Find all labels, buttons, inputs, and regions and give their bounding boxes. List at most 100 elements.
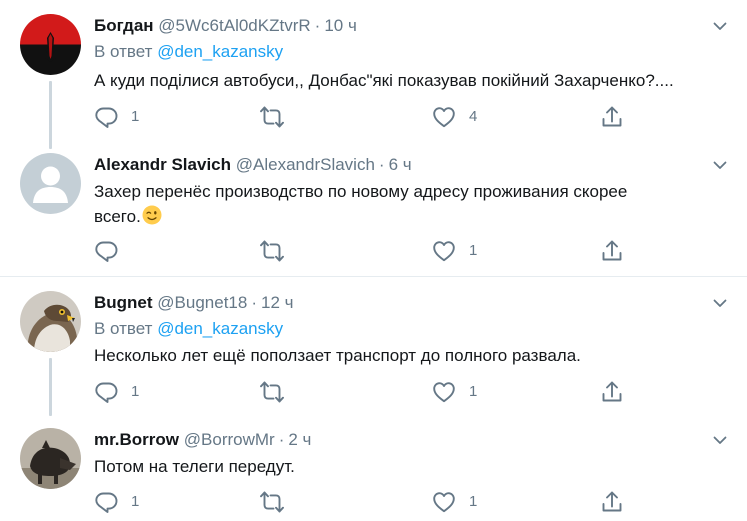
separator: · [251,293,257,312]
separator: · [278,430,285,449]
more-options-button[interactable] [712,295,728,311]
reply-icon [95,107,118,128]
reply-icon [95,382,118,403]
share-icon [602,240,622,261]
thread-line [49,81,52,149]
like-button[interactable]: 4 [432,105,477,129]
timestamp[interactable]: 10 ч [324,16,357,35]
reply-context: В ответ @den_kazansky [94,41,283,63]
reply-icon [95,492,118,513]
default-profile-icon [20,153,81,214]
tweet-actions: 1 [94,239,734,263]
username[interactable]: @AlexandrSlavich [236,155,375,174]
avatar[interactable] [20,291,81,352]
timestamp[interactable]: 6 ч [389,155,412,174]
avatar-image [20,291,81,352]
reply-button[interactable]: 1 [94,490,139,514]
avatar-image [20,14,81,75]
username[interactable]: @Bugnet18 [157,293,247,312]
tweet-divider [0,276,747,277]
display-name[interactable]: Bugnet [94,293,153,312]
username[interactable]: @BorrowMr [184,430,275,449]
avatar[interactable] [20,153,81,214]
reply-count: 1 [131,493,140,510]
heart-icon [433,492,455,513]
tweet-header: Bugnet @Bugnet18 · 12 ч [94,291,294,315]
retweet-button[interactable] [260,105,297,129]
retweet-button[interactable] [260,380,297,404]
reply-button[interactable]: 1 [94,105,139,129]
share-button[interactable] [600,105,624,129]
tweet-text: Несколько лет ещё поползает транспорт до… [94,346,581,365]
tweet-actions: 1 4 [94,105,734,129]
display-name[interactable]: Богдан [94,16,154,35]
username[interactable]: @5Wc6tAl0dKZtvrR [158,16,310,35]
retweet-icon [260,381,284,403]
tweet-header: mr.Borrow @BorrowMr · 2 ч [94,428,311,452]
display-name[interactable]: mr.Borrow [94,430,179,449]
share-icon [602,491,622,512]
timestamp[interactable]: 2 ч [288,430,311,449]
reply-button[interactable]: 1 [94,380,139,404]
chevron-down-icon [713,299,727,307]
retweet-button[interactable] [260,239,297,263]
separator: · [314,16,321,35]
tweet[interactable]: Богдан @5Wc6tAl0dKZtvrR · 10 ч В ответ @de… [0,14,747,149]
chevron-down-icon [713,161,727,169]
tweet-text: А куди поділися автобуси,, Донбас"які по… [94,71,674,90]
heart-icon [433,382,455,403]
reply-prefix: В ответ [94,42,153,61]
reply-mention-link[interactable]: @den_kazansky [157,319,283,338]
like-count: 4 [469,108,478,125]
tweet-text: Потом на телеги передут. [94,457,295,476]
retweet-button[interactable] [260,490,297,514]
like-count: 1 [469,383,478,400]
share-button[interactable] [600,380,624,404]
more-options-button[interactable] [712,432,728,448]
reply-count: 1 [131,108,140,125]
avatar-image [20,428,81,489]
avatar[interactable] [20,428,81,489]
thread-line [49,358,52,416]
reply-icon [95,241,118,262]
avatar[interactable] [20,14,81,75]
heart-icon [433,107,455,128]
tweet-text-line: Захер перенёс производство по новому адр… [94,182,628,201]
tweet-header: Alexandr Slavich @AlexandrSlavich · 6 ч [94,153,412,177]
more-options-button[interactable] [712,157,728,173]
display-name[interactable]: Alexandr Slavich [94,155,231,174]
chevron-down-icon [713,22,727,30]
like-count: 1 [469,242,478,259]
retweet-icon [260,240,284,262]
tweet-text: Захер перенёс производство по новому адр… [94,179,734,229]
reply-context: В ответ @den_kazansky [94,318,283,340]
share-button[interactable] [600,490,624,514]
tweet-actions: 1 1 [94,380,734,404]
tweet[interactable]: mr.Borrow @BorrowMr · 2 ч Потом на телеги … [0,428,747,521]
tweet-text-line-end: всего. [94,207,141,226]
reply-count: 1 [131,383,140,400]
tweet-text-line: всего. [94,204,734,229]
tweet[interactable]: Alexandr Slavich @AlexandrSlavich · 6 ч За… [0,153,747,265]
separator: · [378,155,385,174]
retweet-icon [260,106,284,128]
share-icon [602,381,622,402]
winking-face-emoji-icon [142,205,162,225]
tweet-header: Богдан @5Wc6tAl0dKZtvrR · 10 ч [94,14,357,38]
like-button[interactable]: 1 [432,490,477,514]
heart-icon [433,241,455,262]
share-button[interactable] [600,239,624,263]
tweet[interactable]: Bugnet @Bugnet18 · 12 ч В ответ @den_kazan… [0,291,747,416]
more-options-button[interactable] [712,18,728,34]
like-button[interactable]: 1 [432,380,477,404]
like-button[interactable]: 1 [432,239,477,263]
tweet-actions: 1 1 [94,490,734,514]
share-icon [602,106,622,127]
reply-prefix: В ответ [94,319,153,338]
reply-button[interactable] [94,239,131,263]
timestamp[interactable]: 12 ч [261,293,294,312]
reply-mention-link[interactable]: @den_kazansky [157,42,283,61]
retweet-icon [260,491,284,513]
chevron-down-icon [713,436,727,444]
like-count: 1 [469,493,478,510]
